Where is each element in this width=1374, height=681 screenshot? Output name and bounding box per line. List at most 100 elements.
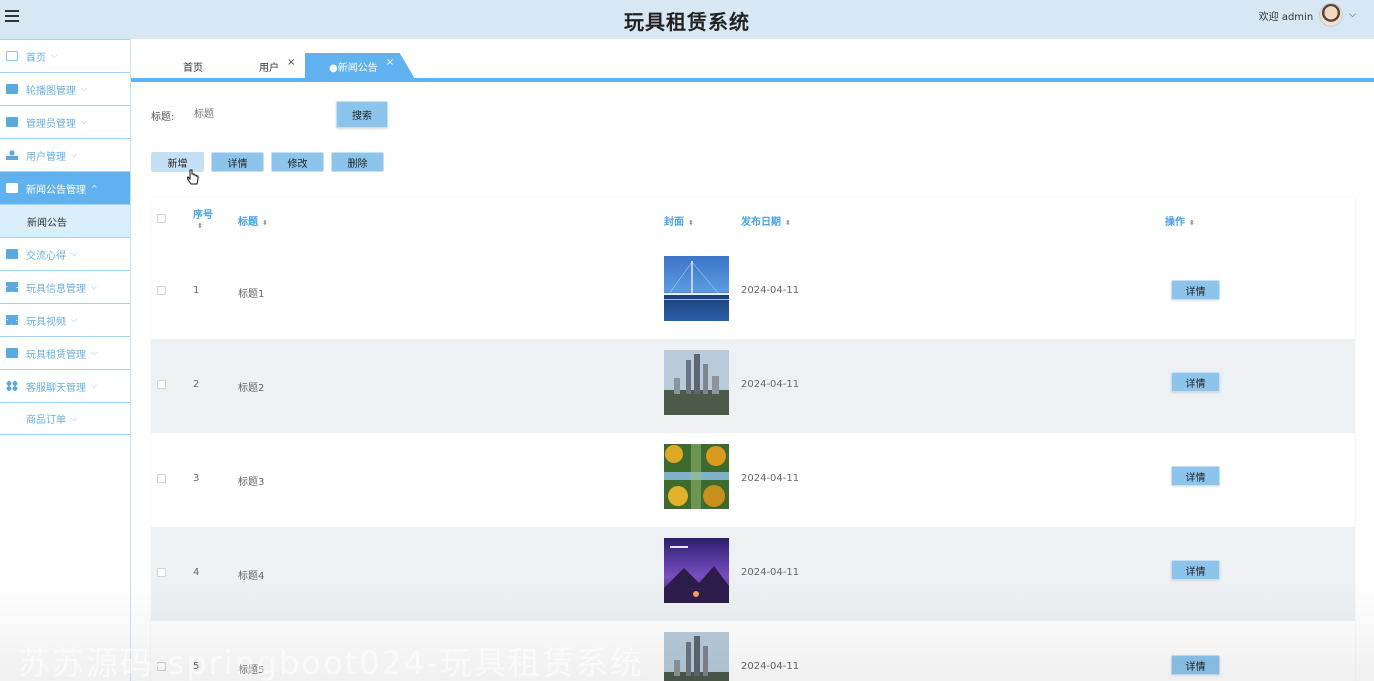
- chevron-down-icon: ⌵: [81, 117, 88, 126]
- cover-image: [664, 350, 729, 415]
- row-title: 标题1: [238, 289, 265, 300]
- delete-button[interactable]: 删除: [331, 152, 384, 172]
- sidebar-item-toy-info[interactable]: 玩具信息管理 ⌵: [0, 270, 130, 303]
- table-row: 1 标题1 2024-04-11 详情: [151, 245, 1355, 339]
- tab-home[interactable]: 首页: [183, 53, 203, 79]
- row-title: 标题4: [238, 571, 265, 582]
- news-table: 序号 ⬍ 标题 ⬍ 封面 ⬍ 发布日期 ⬍ 操作 ⬍ 1 标题1 2024-04-11 …: [151, 197, 1355, 681]
- table-row: 3 标题3 2024-04-11 详情: [151, 433, 1355, 527]
- row-detail-button[interactable]: 详情: [1171, 655, 1220, 675]
- sidebar: 首页 ⌵ 轮播图管理 ⌵ 管理员管理 ⌵ 用户管理 ⌵ 新闻公告管理 ^ 新闻公告 交流心…: [0, 39, 131, 681]
- sidebar-item-chat[interactable]: 客服聊天管理 ⌵: [0, 369, 130, 402]
- column-title[interactable]: 标题 ⬍: [238, 213, 268, 228]
- sidebar-item-news[interactable]: 新闻公告管理 ^: [0, 171, 130, 204]
- chevron-down-icon: ⌵: [71, 315, 78, 324]
- row-title: 标题3: [238, 477, 265, 488]
- sidebar-item-toy-rental[interactable]: 玩具租赁管理 ⌵: [0, 336, 130, 369]
- chevron-down-icon: ⌵: [91, 348, 98, 357]
- row-checkbox[interactable]: [157, 662, 166, 671]
- grid-icon: [6, 282, 18, 292]
- chevron-down-icon: ⌵: [71, 249, 78, 258]
- chevron-down-icon: ⌵: [71, 150, 78, 159]
- sidebar-item-label: 首页: [26, 52, 46, 64]
- sort-icon[interactable]: ⬍: [197, 220, 203, 231]
- sidebar-item-carousel[interactable]: 轮播图管理 ⌵: [0, 72, 130, 105]
- sidebar-item-label: 玩具信息管理: [26, 283, 86, 295]
- tab-label: 首页: [183, 62, 203, 74]
- sidebar-item-label: 客服聊天管理: [26, 382, 86, 394]
- sidebar-item-exchange[interactable]: 交流心得 ⌵: [0, 237, 130, 270]
- sidebar-item-users[interactable]: 用户管理 ⌵: [0, 138, 130, 171]
- row-detail-button[interactable]: 详情: [1171, 560, 1220, 580]
- top-header: 玩具租赁系统 欢迎 admin ⌵: [0, 0, 1374, 39]
- row-date: 2024-04-11: [741, 285, 800, 296]
- sidebar-item-admins[interactable]: 管理员管理 ⌵: [0, 105, 130, 138]
- tab-underline: [131, 78, 1374, 82]
- row-checkbox[interactable]: [157, 474, 166, 483]
- avatar[interactable]: [1319, 3, 1344, 27]
- row-detail-button[interactable]: 详情: [1171, 466, 1220, 486]
- briefcase-icon: [6, 249, 18, 259]
- column-label: 封面: [664, 217, 684, 228]
- home-icon: [6, 51, 18, 61]
- sidebar-item-label: 用户管理: [26, 151, 66, 163]
- tab-users[interactable]: 用户 ×: [259, 53, 295, 79]
- sidebar-item-label: 新闻公告管理: [26, 184, 86, 196]
- row-detail-button[interactable]: 详情: [1171, 280, 1220, 300]
- table-header: 序号 ⬍ 标题 ⬍ 封面 ⬍ 发布日期 ⬍ 操作 ⬍: [151, 197, 1355, 245]
- table-row: 4 标题4 2024-04-11 详情: [151, 527, 1355, 621]
- grid-icon: [6, 315, 18, 325]
- row-detail-button[interactable]: 详情: [1171, 372, 1220, 392]
- row-date: 2024-04-11: [741, 379, 800, 390]
- briefcase-icon: [6, 348, 18, 358]
- tab-label: ●新闻公告: [329, 62, 378, 74]
- search-input[interactable]: [188, 102, 328, 126]
- close-icon[interactable]: ×: [386, 57, 394, 68]
- column-ops[interactable]: 操作 ⬍: [1165, 213, 1195, 228]
- tab-bar: 首页 用户 × ●新闻公告 ×: [131, 39, 1374, 80]
- news-icon: [6, 183, 18, 193]
- select-all-checkbox[interactable]: [157, 214, 166, 223]
- sidebar-item-orders[interactable]: 商品订单 ⌵: [0, 402, 130, 435]
- sidebar-item-label: 玩具租赁管理: [26, 349, 86, 361]
- row-checkbox[interactable]: [157, 568, 166, 577]
- user-menu[interactable]: 欢迎 admin ⌵: [1259, 3, 1356, 27]
- column-label: 标题: [238, 217, 258, 228]
- sort-icon: ⬍: [688, 219, 694, 227]
- sidebar-item-label: 轮播图管理: [26, 85, 76, 97]
- row-index: 3: [193, 473, 200, 484]
- row-title: 标题2: [238, 383, 265, 394]
- table-row: 5 标题5 2024-04-11 详情: [151, 621, 1355, 681]
- row-date: 2024-04-11: [741, 567, 800, 578]
- row-date: 2024-04-11: [741, 661, 800, 672]
- chevron-down-icon: ⌵: [51, 51, 58, 60]
- row-checkbox[interactable]: [157, 286, 166, 295]
- column-cover[interactable]: 封面 ⬍: [664, 213, 694, 228]
- row-index: 1: [193, 285, 200, 296]
- sidebar-item-toy-video[interactable]: 玩具视频 ⌵: [0, 303, 130, 336]
- detail-button[interactable]: 详情: [211, 152, 264, 172]
- table-icon: [6, 117, 18, 127]
- tab-label: 用户: [259, 62, 279, 74]
- column-date[interactable]: 发布日期 ⬍: [741, 213, 791, 228]
- table-row: 2 标题2 2024-04-11 详情: [151, 339, 1355, 433]
- tab-news[interactable]: ●新闻公告 ×: [305, 53, 415, 79]
- cover-image: [664, 538, 729, 603]
- sidebar-subitem-label: 新闻公告: [27, 217, 67, 229]
- row-date: 2024-04-11: [741, 473, 800, 484]
- search-button[interactable]: 搜索: [336, 101, 388, 128]
- close-icon[interactable]: ×: [287, 57, 295, 68]
- sidebar-subitem-news[interactable]: 新闻公告: [0, 204, 130, 237]
- row-checkbox[interactable]: [157, 380, 166, 389]
- edit-button[interactable]: 修改: [271, 152, 324, 172]
- sort-icon: ⬍: [1189, 219, 1195, 227]
- row-index: 5: [193, 661, 200, 672]
- sidebar-item-home[interactable]: 首页 ⌵: [0, 39, 130, 72]
- chevron-down-icon: ⌵: [91, 381, 98, 390]
- search-label: 标题:: [151, 112, 175, 123]
- column-index[interactable]: 序号: [193, 206, 213, 221]
- row-index: 4: [193, 567, 200, 578]
- sidebar-item-label: 玩具视频: [26, 316, 66, 328]
- chevron-down-icon: ⌵: [1349, 10, 1356, 20]
- sort-icon: ⬍: [262, 219, 268, 227]
